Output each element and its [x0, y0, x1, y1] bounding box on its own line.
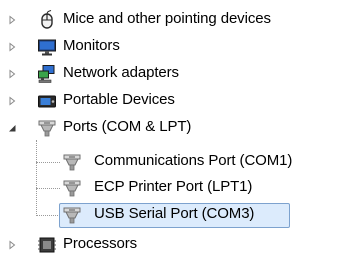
expand-arrow-icon[interactable] [7, 42, 17, 52]
device-tree: Mice and other pointing devices Monitors [0, 0, 350, 259]
tree-item-label: Processors [63, 235, 138, 252]
tree-item-processors[interactable]: Processors [0, 232, 350, 258]
mouse-icon [37, 10, 57, 30]
port-icon [62, 205, 82, 225]
tree-item-label: Network adapters [63, 64, 179, 81]
tree-item-mice[interactable]: Mice and other pointing devices [0, 7, 350, 33]
tree-item-label: Ports (COM & LPT) [63, 118, 192, 135]
port-icon [37, 118, 57, 138]
tree-item-label: Communications Port (COM1) [94, 152, 293, 169]
tree-item-com3[interactable]: USB Serial Port (COM3) [0, 202, 350, 228]
tree-item-label: USB Serial Port (COM3) [94, 205, 255, 222]
tree-item-ports[interactable]: Ports (COM & LPT) [0, 115, 350, 141]
tree-item-label: Mice and other pointing devices [63, 10, 271, 27]
expand-arrow-icon[interactable] [7, 15, 17, 25]
tree-item-label: Monitors [63, 37, 120, 54]
collapse-arrow-icon[interactable] [7, 123, 17, 133]
expand-arrow-icon[interactable] [7, 240, 17, 250]
expand-arrow-icon[interactable] [7, 96, 17, 106]
portable-device-icon [37, 91, 57, 111]
port-icon [62, 178, 82, 198]
tree-item-monitors[interactable]: Monitors [0, 34, 350, 60]
tree-item-label: ECP Printer Port (LPT1) [94, 178, 253, 195]
tree-item-network-adapters[interactable]: Network adapters [0, 61, 350, 87]
port-icon [62, 152, 82, 172]
tree-item-portable-devices[interactable]: Portable Devices [0, 88, 350, 114]
expand-arrow-icon[interactable] [7, 69, 17, 79]
network-adapter-icon [37, 64, 57, 84]
tree-item-com1[interactable]: Communications Port (COM1) [0, 149, 350, 175]
processor-icon [37, 235, 57, 255]
tree-item-label: Portable Devices [63, 91, 175, 108]
tree-item-lpt1[interactable]: ECP Printer Port (LPT1) [0, 175, 350, 201]
monitor-icon [37, 37, 57, 57]
